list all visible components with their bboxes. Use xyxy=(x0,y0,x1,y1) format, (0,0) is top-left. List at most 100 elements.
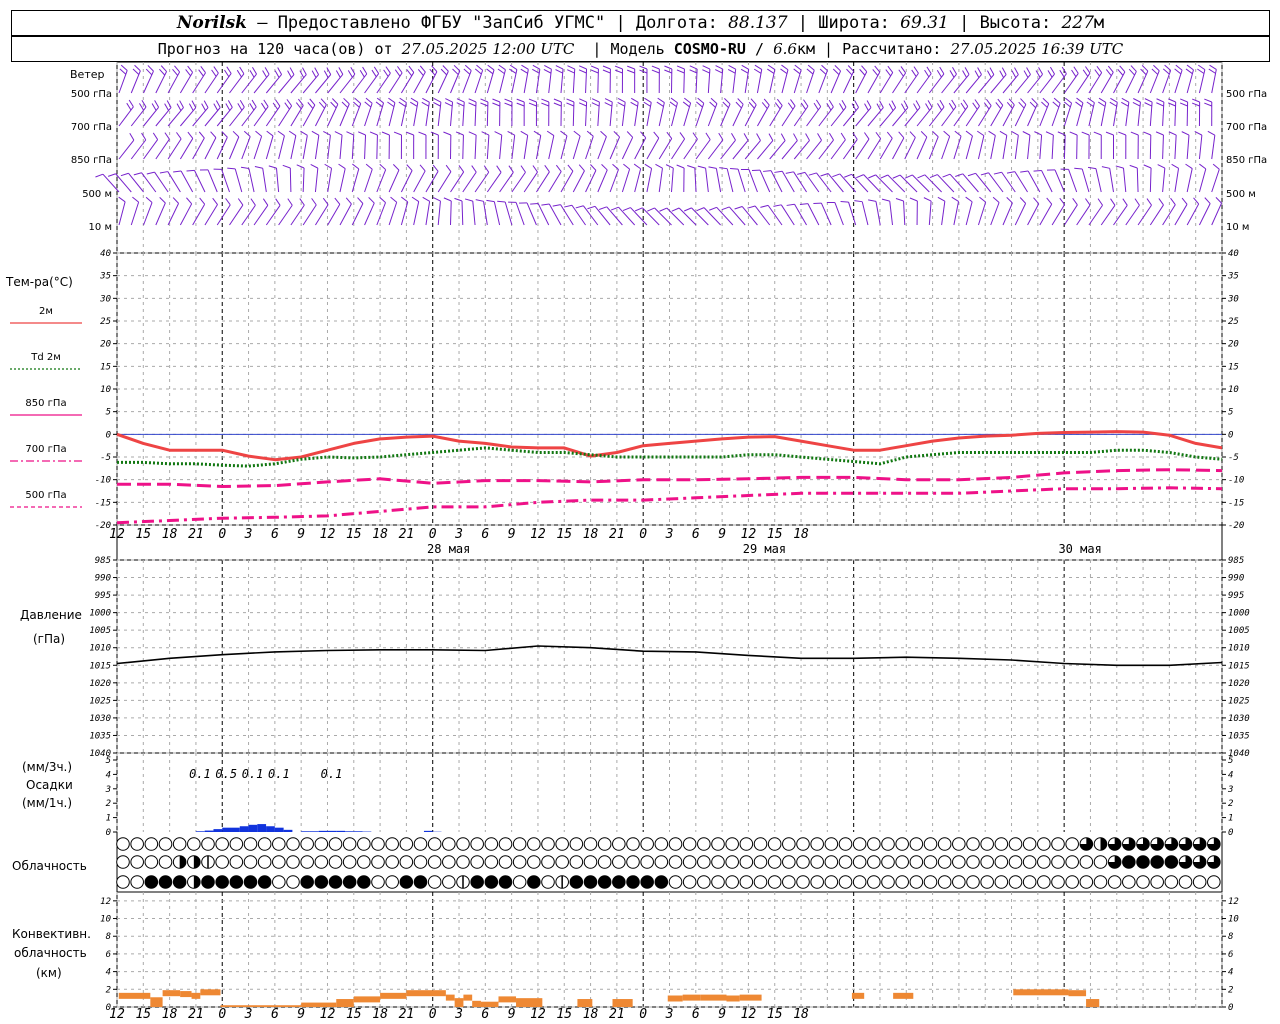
cloud-symbol-circle xyxy=(130,855,144,869)
wind-barb-feather xyxy=(730,168,739,170)
cloud-symbol xyxy=(597,855,612,869)
cloud-symbol xyxy=(1051,875,1065,889)
wind-barb-feather xyxy=(132,68,140,75)
wind-barb-feather xyxy=(909,197,918,202)
cloud-symbol-circle xyxy=(427,875,442,889)
cloud-symbol-circle xyxy=(158,875,173,889)
cloud-symbol-circle xyxy=(867,837,881,851)
precip-bar xyxy=(266,826,275,832)
cloud-symbol xyxy=(172,875,187,889)
wind-barb-feather xyxy=(334,131,343,136)
wind-barb-feather xyxy=(1186,64,1194,71)
wind-barb-feather xyxy=(708,166,717,169)
wind-barb-feather xyxy=(251,66,257,75)
wind-barb xyxy=(1109,168,1114,193)
wind-barb-feather xyxy=(683,207,692,212)
wind-barb-feather xyxy=(856,174,864,179)
wind-barb-feather xyxy=(1168,98,1176,103)
wind-barb-feather xyxy=(586,130,594,137)
cloud-symbol xyxy=(300,875,314,889)
wind-barb-feather xyxy=(541,102,550,107)
wind-barb-feather xyxy=(1179,102,1188,107)
wind-barb-feather xyxy=(1052,101,1060,108)
wind-barb-feather xyxy=(776,98,783,106)
cloud-symbol xyxy=(980,875,994,889)
time-axis-top-label: 3 xyxy=(454,527,463,542)
wind-barb-feather xyxy=(761,102,768,109)
wind-barb xyxy=(192,137,205,160)
cloud-symbol xyxy=(158,837,173,851)
cloud-symbol-circle xyxy=(640,855,654,869)
wind-barb xyxy=(1136,167,1139,193)
wind-barb xyxy=(400,201,409,226)
cloud-symbol xyxy=(427,837,442,851)
cloud-symbol xyxy=(1037,875,1051,889)
cloud-symbol-circle xyxy=(810,855,824,869)
cloud-symbol xyxy=(583,837,598,851)
wind-barb-feather xyxy=(1153,64,1160,72)
wind-barb-feather xyxy=(965,130,973,137)
wind-barb-feather xyxy=(1171,163,1179,169)
wind-barb xyxy=(848,201,857,226)
wind-barb xyxy=(278,204,293,226)
cloud-symbol xyxy=(1008,855,1023,869)
wind-barb-feather xyxy=(286,99,293,107)
wind-barb-feather xyxy=(900,66,907,74)
wind-barb-feather xyxy=(794,64,802,71)
cloud-symbol-circle xyxy=(1037,855,1051,869)
cloud-symbol-circle xyxy=(682,855,697,869)
precip-tick-label: 2 xyxy=(1228,799,1233,809)
wind-barb xyxy=(962,173,979,193)
wind-barb xyxy=(486,135,490,160)
cloud-symbol xyxy=(626,837,640,851)
wind-barb-feather xyxy=(456,102,465,107)
wind-barb xyxy=(1051,204,1066,226)
cloud-symbol-circle xyxy=(300,837,314,851)
wind-barb-feather xyxy=(715,65,723,70)
wind-barb-feather xyxy=(445,98,453,103)
time-axis-bottom-label: 18 xyxy=(583,1007,599,1022)
wind-barb xyxy=(879,138,893,160)
wind-barb xyxy=(1186,168,1193,193)
precip-value-label: 0.1 xyxy=(268,767,290,781)
wind-barb-feather xyxy=(334,197,341,205)
cloud-symbol-circle xyxy=(895,837,909,851)
wind-barb xyxy=(1027,203,1040,226)
conv-bar xyxy=(406,990,446,997)
temp-y-tick-label: 5 xyxy=(1228,408,1233,418)
wind-barb xyxy=(1054,169,1065,193)
wind-barb-feather xyxy=(756,133,761,141)
pressure-y-tick-label: 1005 xyxy=(1228,626,1250,636)
cloud-symbol-circle xyxy=(130,875,144,889)
wind-barb-feather xyxy=(555,65,564,70)
pressure-y-tick-label: 985 xyxy=(1228,556,1244,566)
wind-barb-feather xyxy=(670,97,678,104)
wind-barb xyxy=(1122,168,1127,193)
time-axis-top-label: 6 xyxy=(271,527,279,542)
cloud-symbol xyxy=(1192,855,1207,869)
cloud-symbol-circle xyxy=(597,855,612,869)
wind-barb xyxy=(827,173,844,193)
wind-barb xyxy=(364,134,367,160)
conv-bar xyxy=(739,994,762,1001)
wind-barb xyxy=(695,139,711,160)
cloud-symbol-circle xyxy=(1065,837,1079,851)
cloud-symbol xyxy=(1150,855,1164,869)
wind-barb-feather xyxy=(1109,101,1117,107)
cloud-symbol xyxy=(867,837,881,851)
wind-barb xyxy=(425,171,439,193)
cloud-symbol xyxy=(1008,875,1023,889)
wind-barb-feather xyxy=(498,64,506,71)
wind-barb xyxy=(759,169,771,193)
wind-barb xyxy=(1014,171,1028,193)
wind-barb-feather xyxy=(952,67,957,75)
cloud-symbol xyxy=(597,837,612,851)
wind-barb-feather xyxy=(199,197,206,205)
wind-barb-feather xyxy=(898,131,905,139)
wind-barb-feather xyxy=(651,69,660,74)
cloud-symbol-circle xyxy=(413,855,428,869)
cloud-symbol-circle xyxy=(937,855,952,869)
cloud-symbol xyxy=(144,837,159,851)
cloud-symbol xyxy=(654,855,669,869)
wind-barb-feather xyxy=(560,130,568,137)
